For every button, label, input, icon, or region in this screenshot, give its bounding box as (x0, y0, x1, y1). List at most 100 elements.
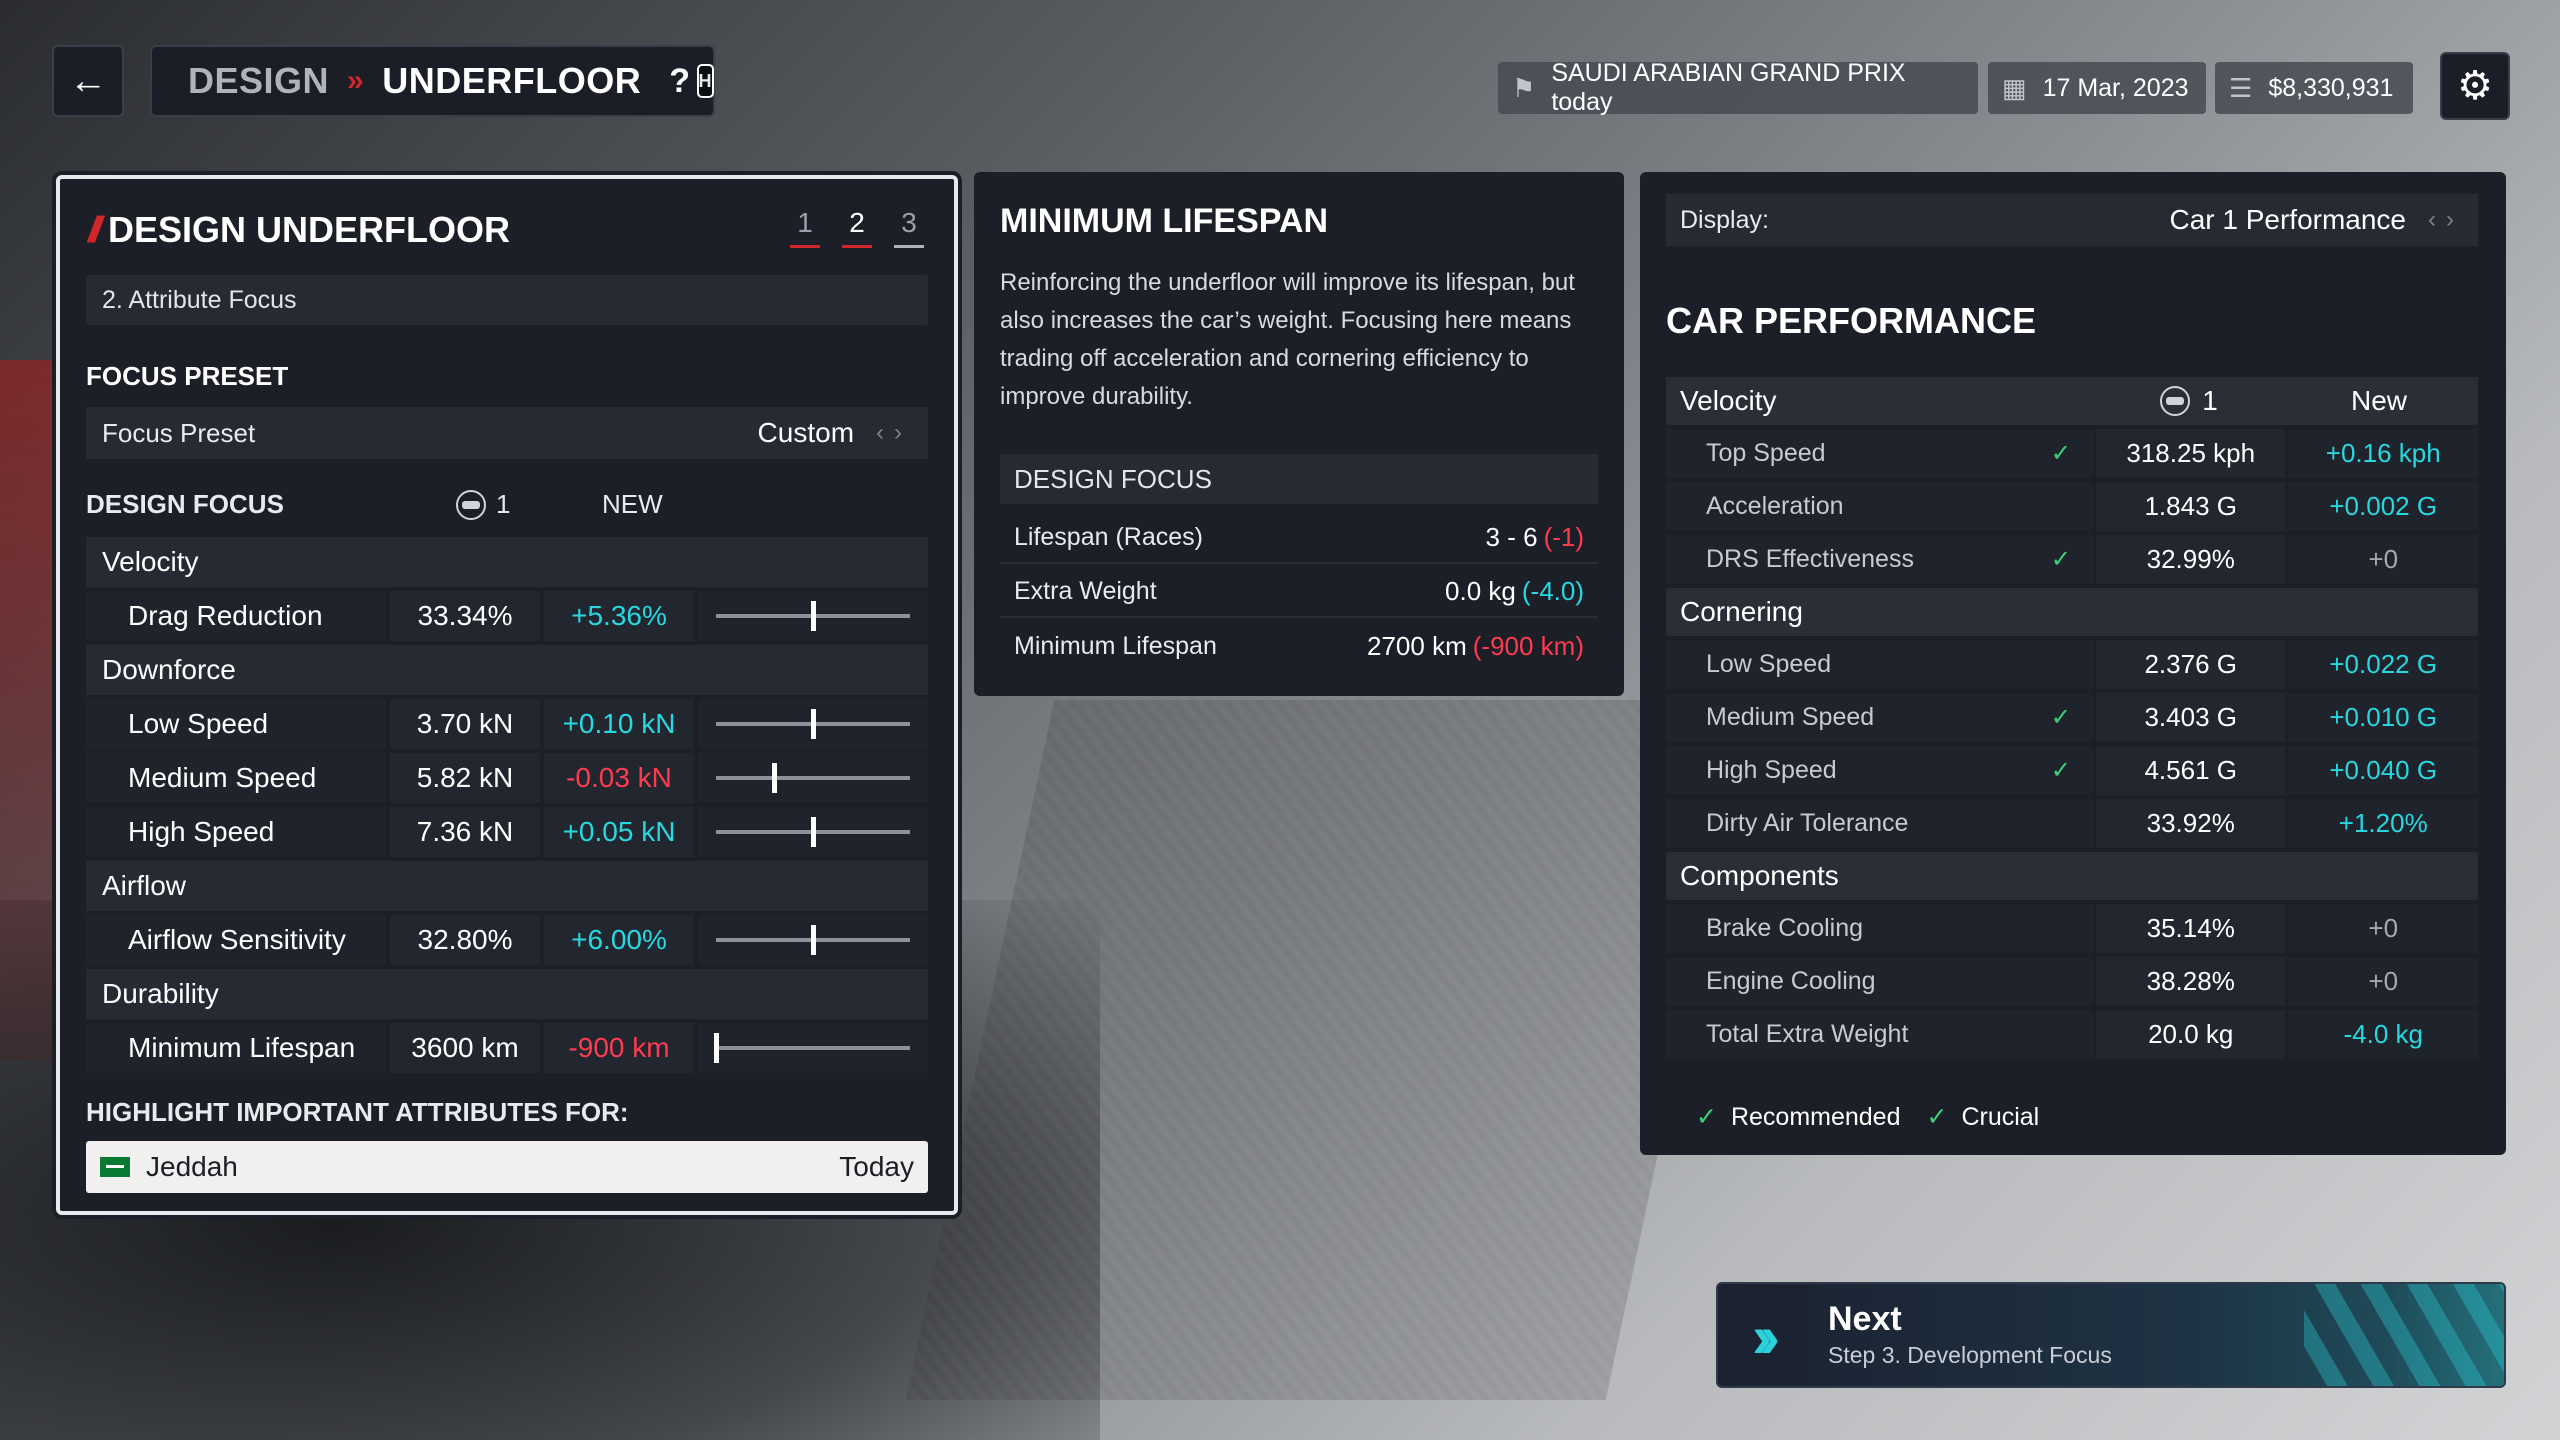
attribute-name: Drag Reduction (86, 591, 386, 641)
performance-group-header: Velocity 1 New (1666, 377, 2478, 425)
performance-row: Medium Speed ✓ 3.403 G +0.010 G (1666, 693, 2478, 742)
performance-name-text: Top Speed (1706, 439, 1826, 467)
slider-thumb[interactable] (811, 709, 816, 739)
flag-icon: ⚑ (1512, 72, 1536, 103)
attribute-slider[interactable] (698, 807, 928, 857)
info-description: Reinforcing the underfloor will improve … (1000, 269, 1575, 410)
slider-track (716, 925, 910, 955)
attribute-delta: -0.03 kN (544, 753, 694, 803)
info-row-delta: (-900 km) (1472, 630, 1584, 661)
attribute-row[interactable]: Medium Speed 5.82 kN -0.03 kN (86, 753, 928, 803)
attribute-row[interactable]: Minimum Lifespan 3600 km -900 km (86, 1023, 928, 1073)
help-icon[interactable]: ? (669, 62, 690, 101)
attribute-row[interactable]: Airflow Sensitivity 32.80% +6.00% (86, 915, 928, 965)
chevron-left-right-icon[interactable]: ‹› (2428, 206, 2464, 234)
breadcrumb-design[interactable]: DESIGN (188, 60, 329, 102)
performance-name-text: Dirty Air Tolerance (1706, 809, 1909, 837)
attribute-row[interactable]: Low Speed 3.70 kN +0.10 kN (86, 699, 928, 749)
info-row-name: Extra Weight (1014, 576, 1157, 605)
slider-thumb[interactable] (811, 817, 816, 847)
design-focus-heading: DESIGN FOCUS (86, 489, 284, 519)
driver-icon (2160, 386, 2191, 416)
event-chip: ⚑ SAUDI ARABIAN GRAND PRIX today (1498, 59, 1978, 116)
attribute-name: Minimum Lifespan (86, 1023, 386, 1073)
attribute-name: Medium Speed (86, 753, 386, 803)
performance-name-text: Total Extra Weight (1706, 1020, 1909, 1048)
design-focus-group: Velocity (86, 537, 928, 587)
performance-group-name: Velocity (1680, 385, 1777, 416)
focus-preset-selector[interactable]: Focus Preset Custom ‹› (86, 407, 928, 459)
legend: ✓ Recommended ✓ Crucial (1696, 1102, 2039, 1132)
performance-base-value: 38.28% (2095, 957, 2286, 1006)
calendar-icon: ▦ (2002, 72, 2027, 103)
back-button[interactable]: ← (52, 45, 124, 117)
attribute-row[interactable]: High Speed 7.36 kN +0.05 kN (86, 807, 928, 857)
performance-new-value: +0.040 G (2288, 746, 2478, 795)
next-chevron-decoration (2304, 1284, 2504, 1386)
performance-base-value: 318.25 kph (2095, 429, 2286, 478)
next-step-button[interactable]: ›› Next Step 3. Development Focus (1716, 1282, 2506, 1388)
new-column-header: NEW (602, 489, 663, 519)
legend-crucial: Crucial (1961, 1102, 2040, 1131)
breadcrumb-underfloor: UNDERFLOOR (382, 60, 642, 101)
driver-column-header: 1 (456, 489, 510, 520)
performance-name-text: Acceleration (1706, 492, 1844, 520)
coins-icon: ☰ (2229, 72, 2253, 103)
info-row-value: 3 - 6 (1485, 521, 1538, 552)
attribute-delta: +5.36% (544, 591, 694, 641)
step-3[interactable]: 3 (894, 207, 924, 248)
attribute-slider[interactable] (698, 915, 928, 965)
design-focus-group: Downforce (86, 645, 928, 695)
arrow-left-icon: ← (69, 59, 107, 102)
step-2[interactable]: 2 (842, 207, 872, 248)
money-chip: ☰ $8,330,931 (2215, 62, 2413, 114)
highlight-heading: HIGHLIGHT IMPORTANT ATTRIBUTES FOR: (86, 1097, 629, 1127)
new-column-header: New (2350, 385, 2407, 416)
driver-number: 1 (2202, 385, 2218, 416)
performance-new-value: +0.022 G (2288, 640, 2478, 689)
attribute-row[interactable]: Drag Reduction 33.34% +5.36% (86, 591, 928, 641)
performance-new-value: +0.16 kph (2288, 429, 2478, 478)
focus-preset-heading: FOCUS PRESET (86, 361, 289, 391)
focus-preset-label: Focus Preset (102, 417, 256, 448)
performance-row: Brake Cooling 35.14% +0 (1666, 904, 2478, 953)
highlight-track-selector[interactable]: Jeddah Today (86, 1141, 928, 1193)
panel-title-text: DESIGN UNDERFLOOR (108, 209, 511, 250)
performance-name-text: Engine Cooling (1706, 967, 1876, 995)
attribute-name: High Speed (86, 807, 386, 857)
performance-base-value: 3.403 G (2095, 693, 2286, 742)
performance-name: Brake Cooling (1666, 904, 2093, 953)
chevron-left-right-icon[interactable]: ‹› (876, 419, 912, 447)
performance-new-value: +0.010 G (2288, 693, 2478, 742)
display-selector[interactable]: Display: Car 1 Performance ‹› (1666, 194, 2478, 246)
slider-thumb[interactable] (714, 1033, 719, 1063)
settings-button[interactable]: ⚙ (2440, 52, 2510, 120)
performance-name-text: High Speed (1706, 756, 1837, 784)
driver-icon (456, 489, 486, 520)
slider-thumb[interactable] (772, 763, 778, 793)
performance-row: Total Extra Weight 20.0 kg -4.0 kg (1666, 1010, 2478, 1059)
attribute-slider[interactable] (698, 591, 928, 641)
performance-new-value: +0.002 G (2288, 482, 2478, 531)
slider-thumb[interactable] (811, 925, 816, 955)
date-chip: ▦ 17 Mar, 2023 (1988, 62, 2206, 114)
performance-name: Engine Cooling (1666, 957, 2093, 1006)
driver-column-header: 1 (2094, 385, 2284, 417)
highlight-track: Jeddah (146, 1151, 238, 1182)
focus-preset-value: Custom (757, 417, 855, 448)
attribute-slider[interactable] (698, 753, 928, 803)
design-focus-group: Airflow (86, 861, 928, 911)
step-1[interactable]: 1 (790, 207, 820, 248)
performance-row: Top Speed ✓ 318.25 kph +0.16 kph (1666, 429, 2478, 478)
double-check-icon: ✓ (2050, 757, 2071, 784)
performance-name: Top Speed ✓ (1666, 429, 2093, 478)
attribute-slider[interactable] (698, 1023, 928, 1073)
slider-track (716, 763, 910, 793)
attribute-slider[interactable] (698, 699, 928, 749)
attribute-base-value: 3.70 kN (390, 699, 540, 749)
info-row-value: 2700 km (1367, 630, 1467, 661)
performance-name-text: Low Speed (1706, 650, 1832, 678)
performance-row: Dirty Air Tolerance 33.92% +1.20% (1666, 799, 2478, 848)
slider-thumb[interactable] (811, 601, 816, 631)
driver-number: 1 (496, 489, 511, 519)
